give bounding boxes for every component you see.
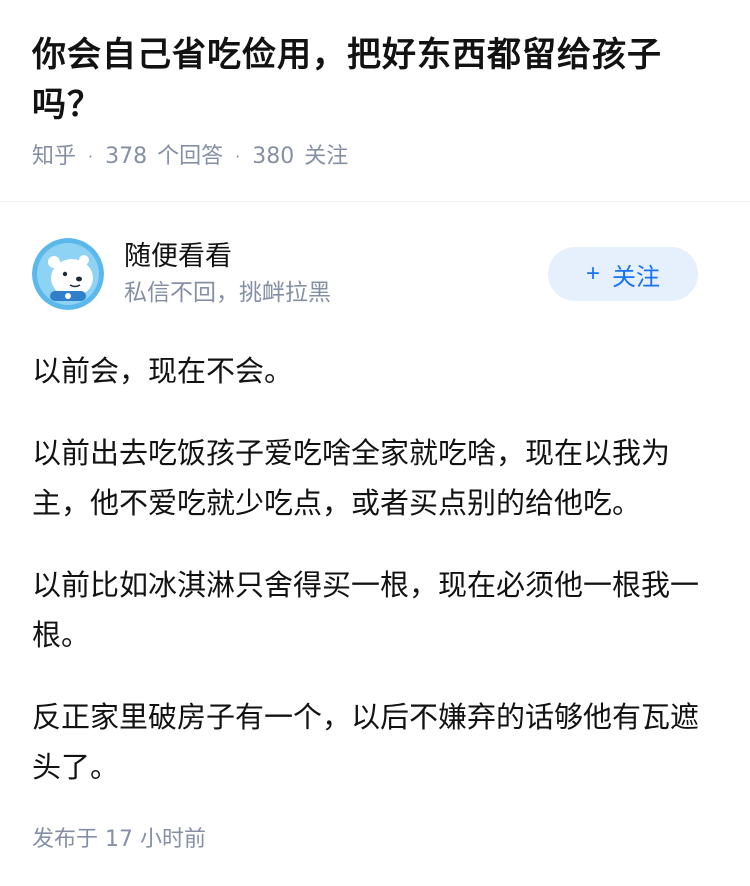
follow-count: 380 bbox=[252, 144, 295, 169]
question-header: 你会自己省吃俭用，把好东西都留给孩子吗？ 知乎 · 378 个回答 · 380 … bbox=[0, 0, 750, 202]
answer-page: 你会自己省吃俭用，把好东西都留给孩子吗？ 知乎 · 378 个回答 · 380 … bbox=[0, 0, 750, 886]
answer-count: 378 bbox=[105, 144, 148, 169]
follow-button[interactable]: + 关注 bbox=[548, 247, 698, 301]
published-label: 发布于 bbox=[32, 827, 99, 852]
answer-paragraph: 以前比如冰淇淋只舍得买一根，现在必须他一根我一根。 bbox=[32, 568, 700, 652]
author-info: 随便看看 私信不回，挑衅拉黑 bbox=[124, 239, 548, 309]
answer-content: 以前会，现在不会。 以前出去吃饭孩子爱吃啥全家就吃啥，现在以我为主，他不爱吃就少… bbox=[0, 346, 750, 792]
author-bio: 私信不回，挑衅拉黑 bbox=[124, 280, 331, 306]
meta-separator: · bbox=[235, 147, 241, 166]
answer-footer: 发布于 17 小时前 bbox=[0, 824, 750, 856]
answer-paragraph: 以前会，现在不会。 bbox=[32, 354, 294, 388]
polar-bear-avatar-icon bbox=[32, 238, 104, 310]
avatar[interactable] bbox=[32, 238, 104, 310]
answer-paragraph: 以前出去吃饭孩子爱吃啥全家就吃啥，现在以我为主，他不爱吃就少吃点，或者买点别的给… bbox=[32, 436, 671, 520]
answer-paragraph: 反正家里破房子有一个，以后不嫌弃的话够他有瓦遮头了。 bbox=[32, 700, 700, 784]
follow-count-label: 关注 bbox=[304, 144, 349, 169]
answer-count-label: 个回答 bbox=[157, 144, 224, 169]
question-meta: 知乎 · 378 个回答 · 380 关注 bbox=[32, 140, 718, 174]
author-name[interactable]: 随便看看 bbox=[124, 239, 548, 275]
question-title[interactable]: 你会自己省吃俭用，把好东西都留给孩子吗？ bbox=[32, 30, 718, 130]
source-label[interactable]: 知乎 bbox=[32, 140, 76, 174]
meta-separator: · bbox=[88, 147, 94, 166]
published-time: 17 小时前 bbox=[105, 827, 207, 852]
plus-icon: + bbox=[585, 260, 600, 287]
author-row: 随便看看 私信不回，挑衅拉黑 + 关注 bbox=[0, 236, 750, 312]
follow-button-label: 关注 bbox=[612, 263, 660, 291]
